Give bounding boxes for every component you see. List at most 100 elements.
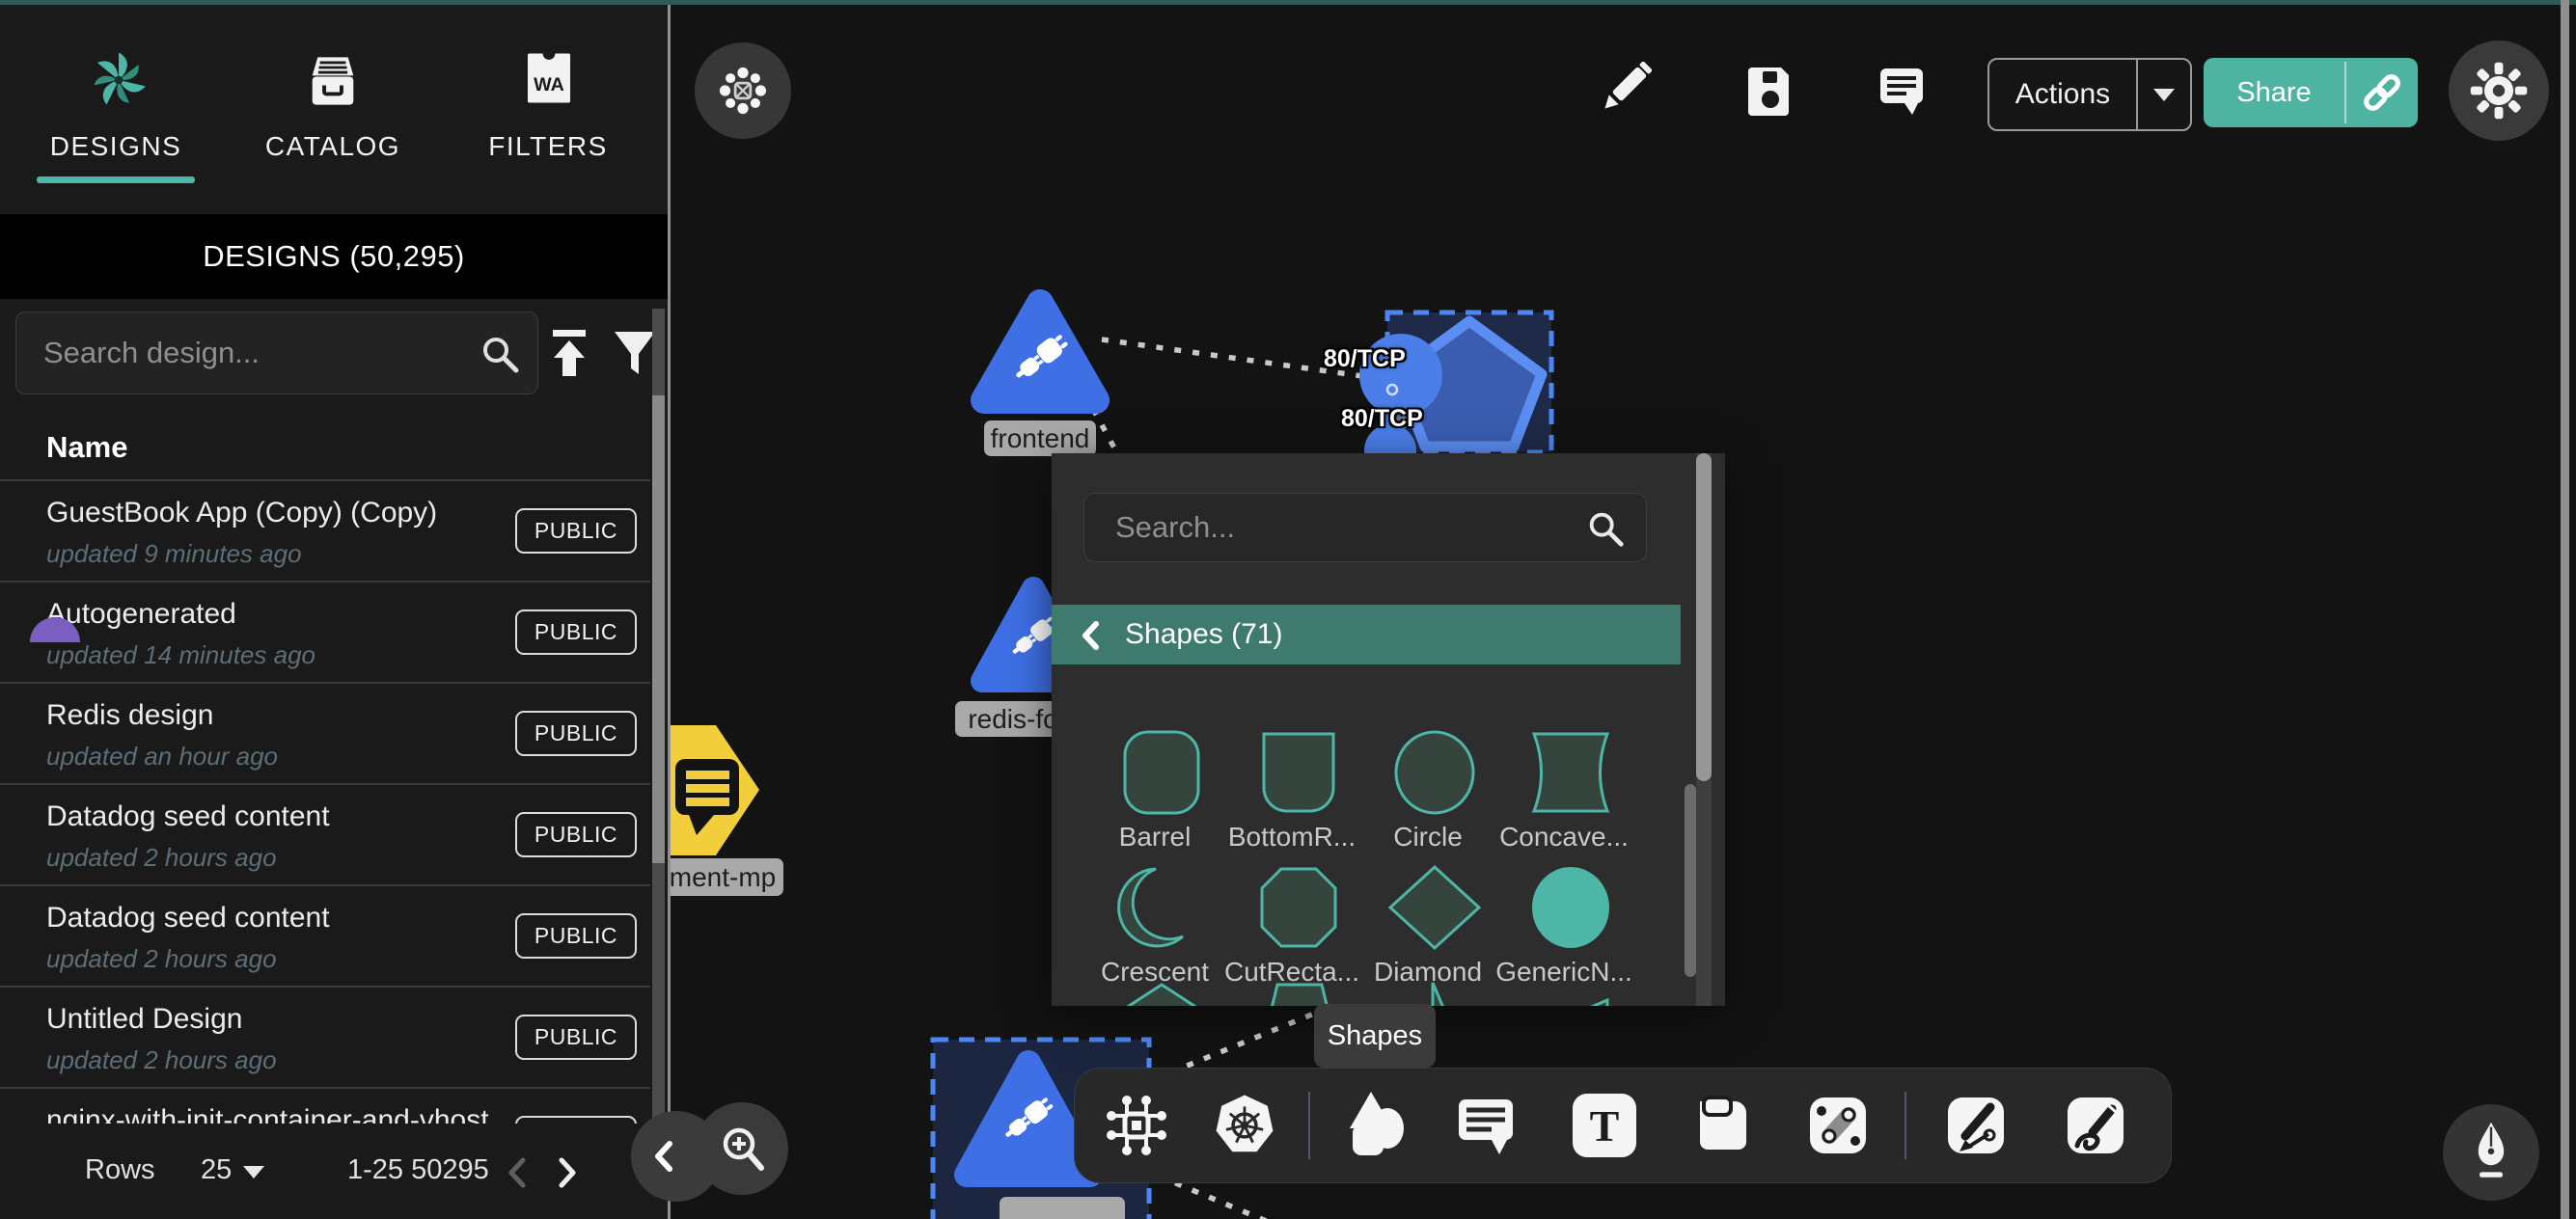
design-search-box	[15, 312, 538, 394]
visibility-badge: PUBLIC	[515, 508, 637, 554]
designs-panel-title: DESIGNS (50,295)	[0, 214, 668, 299]
design-list: GuestBook App (Copy) (Copy) updated 9 mi…	[0, 479, 650, 1124]
top-accent-line	[0, 0, 2576, 5]
search-icon	[478, 332, 522, 376]
filter-designs-icon[interactable]	[612, 328, 658, 378]
components-tool-icon[interactable]	[1103, 1092, 1170, 1159]
comments-icon[interactable]	[1877, 66, 1926, 116]
panel-scrollbar-thumb[interactable]	[1696, 453, 1712, 781]
share-button[interactable]: Share	[2204, 58, 2418, 127]
shape-bottom-round-rectangle[interactable]	[1231, 728, 1366, 817]
node-label-bottom	[1000, 1197, 1125, 1219]
text-tool-icon[interactable]: T	[1573, 1094, 1636, 1157]
shape-label: Circle	[1356, 822, 1500, 853]
edit-design-icon[interactable]	[1598, 62, 1652, 120]
shape-generic-node[interactable]	[1503, 863, 1638, 952]
shapes-grid: Barrel BottomR... Circle Concave... Cres…	[1052, 685, 1681, 1006]
shapes-category-label: Shapes (71)	[1125, 618, 1282, 651]
search-icon	[1584, 507, 1627, 550]
freehand-draw-tool-icon[interactable]	[2064, 1094, 2127, 1157]
zoom-in-button[interactable]	[696, 1102, 788, 1195]
node-label-comment: ment-mp	[662, 858, 783, 896]
shape-cut-rectangle[interactable]	[1231, 863, 1366, 952]
node-frontend[interactable]	[984, 303, 1096, 400]
gear-icon	[2469, 61, 2529, 121]
shape-barrel[interactable]	[1094, 728, 1229, 817]
meshery-logo-icon	[89, 48, 149, 112]
table-row[interactable]: Datadog seed content updated 2 hours ago…	[0, 783, 650, 884]
comment-node[interactable]	[662, 725, 759, 855]
tab-catalog-label: CATALOG	[227, 131, 439, 162]
shape-parallelogram-partial[interactable]	[1503, 979, 1638, 1006]
pen-mode-button[interactable]	[2443, 1104, 2539, 1201]
design-updated: updated 2 hours ago	[46, 944, 277, 974]
design-updated: updated 2 hours ago	[46, 1045, 277, 1075]
shapes-panel: Shapes (71) Barrel BottomR... Circle Con…	[1052, 453, 1725, 1006]
tab-designs[interactable]: DESIGNS	[10, 39, 222, 183]
shapes-category-header[interactable]: Shapes (71)	[1052, 605, 1681, 664]
design-name: Autogenerated	[46, 598, 236, 631]
link-tool-icon[interactable]	[1806, 1094, 1870, 1157]
kubernetes-tool-icon[interactable]	[1211, 1092, 1278, 1159]
sidebar-scrollbar-thumb[interactable]	[652, 395, 665, 863]
visibility-badge: PUBLIC	[515, 812, 637, 857]
design-name: Redis design	[46, 699, 213, 732]
design-updated: updated 14 minutes ago	[46, 640, 315, 670]
toolbar-divider	[1905, 1092, 1906, 1159]
table-row[interactable]: Autogenerated updated 14 minutes ago PUB…	[0, 581, 650, 682]
shape-trapezoid-partial[interactable]	[1231, 979, 1366, 1006]
node-service-selected[interactable]	[1359, 312, 1551, 476]
rows-per-page-label: Rows	[85, 1154, 155, 1186]
next-page-icon[interactable]	[550, 1154, 583, 1191]
table-row[interactable]: GuestBook App (Copy) (Copy) updated 9 mi…	[0, 479, 650, 581]
tab-catalog[interactable]: CATALOG	[227, 39, 439, 183]
shape-heptagon-partial[interactable]	[1094, 979, 1229, 1006]
table-row[interactable]: Redis design updated an hour ago PUBLIC	[0, 682, 650, 783]
page-scrollbar[interactable]	[2561, 0, 2569, 1219]
shapes-search-input[interactable]	[1113, 494, 1571, 561]
catalog-icon	[304, 54, 362, 108]
actions-dropdown-toggle[interactable]	[2138, 60, 2190, 129]
visibility-badge: PUBLIC	[515, 711, 637, 756]
comment-tool-icon[interactable]	[1453, 1094, 1519, 1157]
column-header-name: Name	[46, 430, 127, 465]
table-row[interactable]: Datadog seed content updated 2 hours ago…	[0, 884, 650, 986]
svg-text:WA: WA	[534, 74, 564, 95]
shape-concave-hexagon[interactable]	[1503, 728, 1638, 817]
shape-diamond[interactable]	[1367, 863, 1502, 952]
rows-per-page-select[interactable]: 25	[201, 1154, 232, 1186]
save-design-icon[interactable]	[1746, 64, 1795, 116]
rows-per-page-caret-icon[interactable]	[243, 1166, 264, 1178]
actions-button[interactable]: Actions	[1987, 58, 2192, 131]
table-row[interactable]: Untitled Design updated 2 hours ago PUBL…	[0, 986, 650, 1087]
design-search-input[interactable]	[41, 312, 460, 393]
shape-circle[interactable]	[1367, 728, 1502, 817]
actions-button-label: Actions	[1989, 60, 2136, 129]
grid-scrollbar-thumb[interactable]	[1685, 784, 1696, 977]
table-row[interactable]: nginx-with-init-container-and-vhost PUBL…	[0, 1087, 650, 1124]
shape-crescent[interactable]	[1094, 863, 1229, 952]
tab-designs-label: DESIGNS	[10, 131, 222, 162]
shape-triangle-partial[interactable]	[1367, 979, 1502, 1006]
edge-draw-tool-icon[interactable]	[1944, 1094, 2008, 1157]
previous-page-icon[interactable]	[502, 1154, 534, 1191]
shapes-tool-icon[interactable]	[1341, 1088, 1409, 1159]
chevron-left-icon	[652, 1140, 675, 1173]
tab-filters-label: FILTERS	[442, 131, 654, 162]
canvas-network-button[interactable]	[695, 42, 791, 139]
caret-down-icon	[2153, 89, 2175, 101]
design-updated: updated an hour ago	[46, 742, 278, 772]
copy-link-button[interactable]	[2346, 58, 2418, 127]
settings-button[interactable]	[2449, 41, 2549, 141]
import-design-icon[interactable]	[546, 328, 592, 378]
shape-label: Concave...	[1492, 822, 1636, 853]
tooltip: Shapes	[1314, 1004, 1436, 1068]
shapes-search-box	[1083, 493, 1647, 562]
tab-filters[interactable]: WA FILTERS	[442, 39, 654, 183]
note-tool-icon[interactable]	[1692, 1094, 1756, 1157]
pen-nib-icon	[2462, 1114, 2520, 1191]
network-cluster-icon	[716, 64, 770, 118]
design-name: Datadog seed content	[46, 800, 330, 833]
design-updated: updated 2 hours ago	[46, 843, 277, 873]
design-name: Datadog seed content	[46, 902, 330, 935]
